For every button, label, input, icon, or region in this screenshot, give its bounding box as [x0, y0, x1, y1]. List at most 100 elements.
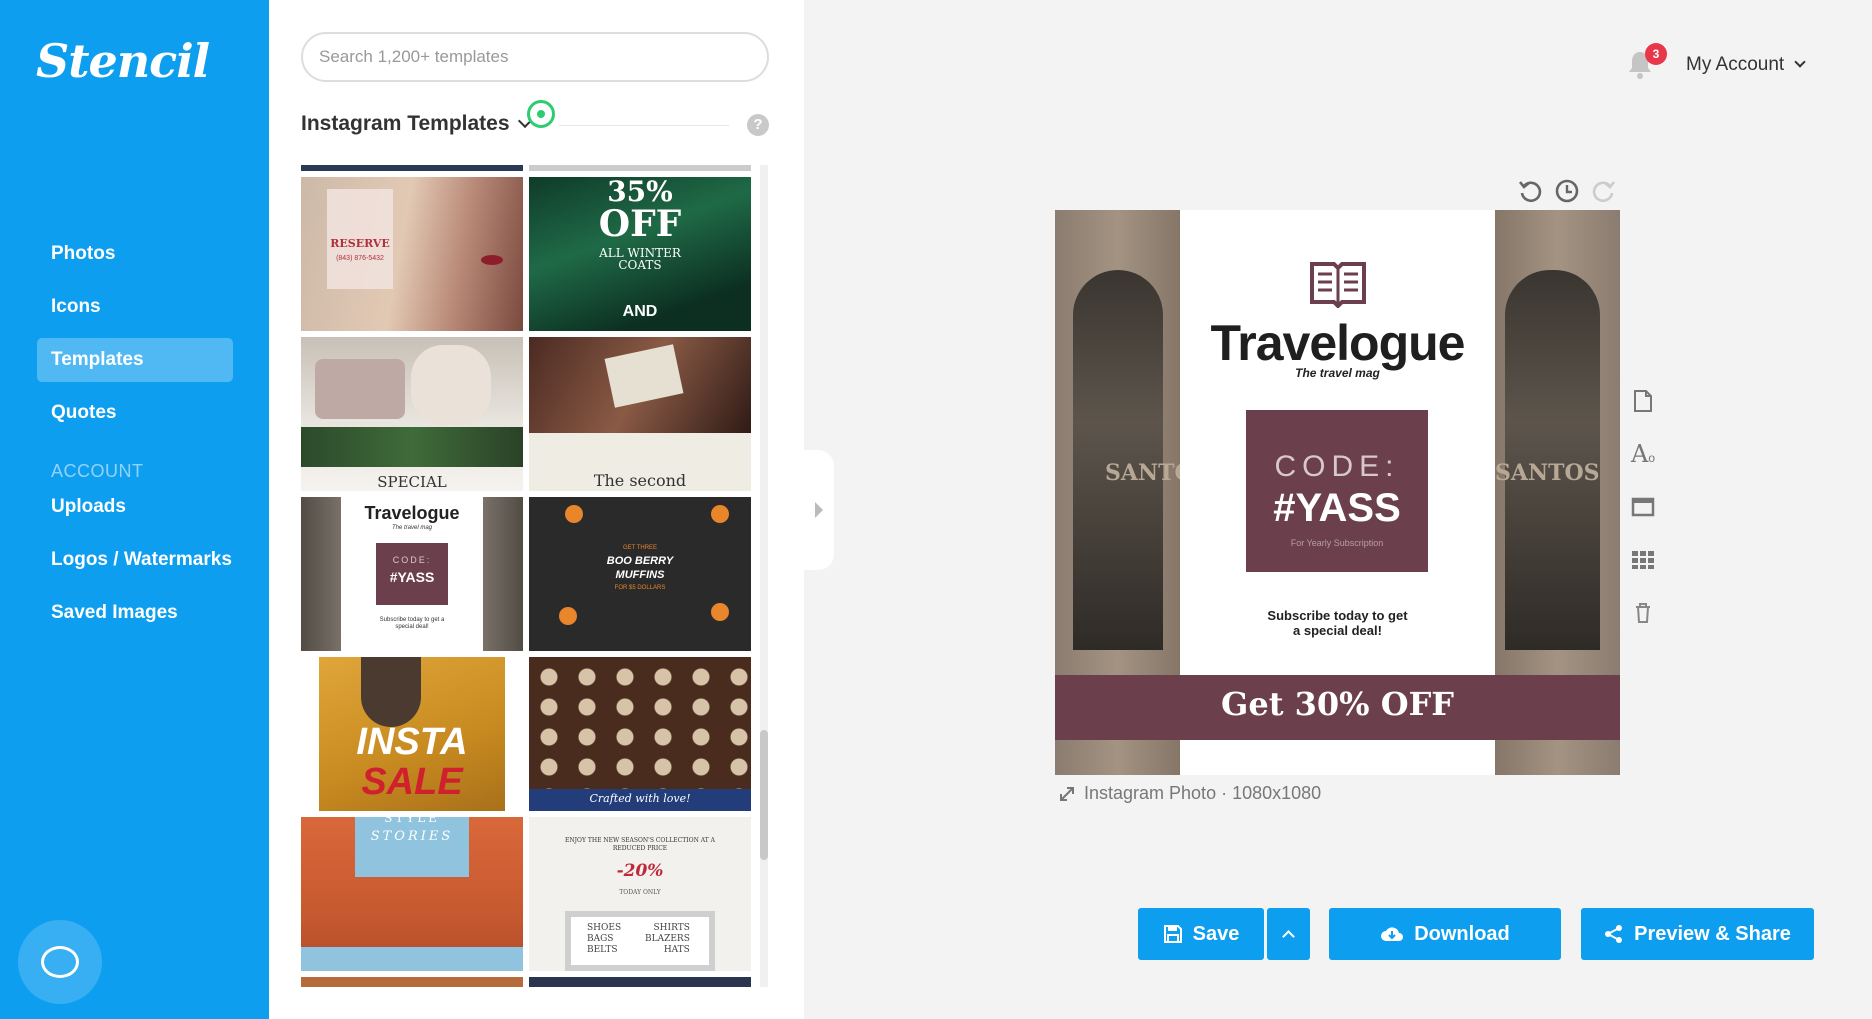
sidebar-item-photos[interactable]: Photos: [37, 232, 233, 276]
template-panel: Instagram Templates ? RESERVE (843) 876-…: [269, 0, 804, 1019]
template-thumb[interactable]: [529, 977, 751, 987]
thumb-sale-text: SALE: [361, 761, 463, 803]
open-book-icon: [1310, 262, 1366, 308]
frame-icon[interactable]: [1630, 480, 1656, 533]
chocolates-pattern: [529, 657, 751, 811]
account-section-heading: ACCOUNT: [51, 461, 144, 481]
preview-share-button[interactable]: Preview & Share: [1581, 908, 1814, 960]
template-category-label: Instagram Templates: [301, 112, 510, 135]
thumb-season-text: ENJOY THE NEW SEASON'S COLLECTION AT A R…: [565, 837, 715, 852]
sidebar-nav: Photos Icons Templates Quotes ACCOUNT Up…: [37, 232, 233, 644]
history-toolbar: [1518, 178, 1616, 204]
panel-collapse-toggle[interactable]: [804, 450, 834, 570]
thumb-off-word: OFF: [598, 203, 682, 245]
muffin-dot: [711, 603, 729, 621]
discount-frame: SHOES BAGS BELTS SHIRTS BLAZERS HATS: [565, 911, 715, 971]
help-icon[interactable]: ?: [747, 114, 769, 136]
canvas-code-value: #YASS: [1273, 486, 1401, 530]
template-thumb-winter-coats[interactable]: 35% OFF ALL WINTER COATS AND: [529, 177, 751, 331]
canvas-code-box[interactable]: CODE: #YASS For Yearly Subscription: [1246, 410, 1428, 572]
thumb-second-text: The second: [593, 471, 687, 490]
resize-icon[interactable]: [1058, 785, 1076, 803]
template-thumb[interactable]: [301, 165, 523, 171]
cloud-download-icon: [1381, 927, 1404, 941]
stories-footer: [301, 947, 523, 971]
template-thumb-reserve[interactable]: RESERVE (843) 876-5432: [301, 177, 523, 331]
model-shape: [361, 657, 421, 727]
grid-icon[interactable]: [1630, 533, 1656, 586]
canvas-side-toolbar: Ao: [1630, 374, 1656, 639]
sidebar-item-quotes[interactable]: Quotes: [37, 391, 233, 435]
canvas-size-label: Instagram Photo · 1080x1080: [1084, 783, 1322, 803]
canvas-subscribe-text[interactable]: Subscribe today to get a special deal!: [1180, 608, 1495, 638]
thumb-hats: HATS: [663, 945, 690, 955]
thumb-style-text: STYLE: [384, 817, 440, 825]
muffin-dot: [711, 505, 729, 523]
chevron-down-icon: [1794, 56, 1806, 68]
thumb-travelogue-tagline: The travel mag: [391, 525, 433, 531]
template-category-dropdown[interactable]: Instagram Templates: [301, 112, 532, 136]
template-thumb-stories[interactable]: STYLE STORIES: [301, 817, 523, 971]
thumb-brand-mark: AND: [622, 303, 658, 320]
chat-support-button[interactable]: [18, 920, 102, 1004]
canvas-tagline[interactable]: The travel mag: [1180, 366, 1495, 380]
history-icon[interactable]: [1554, 178, 1580, 204]
template-thumb-insta-sale[interactable]: INSTA SALE: [301, 657, 523, 811]
download-label: Download: [1414, 922, 1510, 945]
notification-count-badge: 3: [1645, 43, 1667, 65]
text-icon[interactable]: Ao: [1630, 427, 1656, 480]
thumb-code-label: CODE:: [392, 555, 432, 565]
canvas-banner[interactable]: Get 30% OFF: [1055, 675, 1620, 740]
app-logo[interactable]: Stencil: [36, 34, 210, 88]
account-label: My Account: [1686, 54, 1785, 75]
thumb-code-box: CODE: #YASS: [376, 543, 448, 605]
sidebar-item-templates[interactable]: Templates: [37, 338, 233, 382]
sidebar-item-uploads[interactable]: Uploads: [37, 485, 233, 529]
template-thumb-muffins[interactable]: GET THREE BOO BERRY MUFFINS FOR $5 DOLLA…: [529, 497, 751, 651]
chat-icon: [41, 946, 79, 978]
template-thumb[interactable]: [529, 165, 751, 171]
template-thumb-chocolates[interactable]: Crafted with love!: [529, 657, 751, 811]
muffin-dot: [559, 607, 577, 625]
sidebar-item-logos-watermarks[interactable]: Logos / Watermarks: [37, 538, 233, 582]
download-button[interactable]: Download: [1329, 908, 1561, 960]
template-thumb-travelogue[interactable]: Travelogue The travel mag CODE: #YASS Su…: [301, 497, 523, 651]
thumb-crafted-text: Crafted with love!: [589, 792, 691, 805]
target-indicator-icon: [527, 100, 555, 128]
thumb-discount-text: -20%: [616, 861, 664, 881]
sidebar-item-icons[interactable]: Icons: [37, 285, 233, 329]
sidebar: Stencil Photos Icons Templates Quotes AC…: [0, 0, 269, 1019]
template-thumb[interactable]: [301, 977, 523, 987]
shop-sign-right: SANTOS: [1495, 460, 1600, 486]
thumb-muffin-line3: MUFFINS: [615, 569, 665, 581]
template-thumb-second[interactable]: The second: [529, 337, 751, 491]
canvas-code-label: CODE:: [1274, 450, 1400, 483]
preview-share-label: Preview & Share: [1634, 922, 1791, 945]
template-thumb-discount[interactable]: ENJOY THE NEW SEASON'S COLLECTION AT A R…: [529, 817, 751, 971]
design-canvas[interactable]: SANTO SANTOS Travelogue The travel mag C…: [1055, 210, 1620, 775]
save-options-button[interactable]: [1267, 908, 1310, 960]
title-divider: [559, 125, 729, 126]
sidebar-item-saved-images[interactable]: Saved Images: [37, 591, 233, 635]
share-icon: [1605, 925, 1623, 943]
stories-card: STYLE STORIES: [355, 817, 469, 877]
reserve-label: RESERVE: [330, 237, 390, 250]
redo-icon[interactable]: [1590, 178, 1616, 204]
thumb-belts: BELTS: [587, 945, 618, 955]
thumb-travelogue-title: Travelogue: [364, 503, 460, 523]
canvas-brand-title[interactable]: Travelogue: [1180, 314, 1495, 372]
grid-scrollbar-thumb[interactable]: [760, 730, 768, 860]
page-icon[interactable]: [1630, 374, 1656, 427]
canvas-code-subtitle: For Yearly Subscription: [1290, 538, 1384, 548]
account-menu[interactable]: My Account: [1686, 54, 1806, 76]
template-thumb-special[interactable]: SPECIAL: [301, 337, 523, 491]
save-button[interactable]: Save: [1138, 908, 1264, 960]
undo-icon[interactable]: [1518, 178, 1544, 204]
trash-icon[interactable]: [1630, 586, 1656, 639]
thumb-bags: BAGS: [587, 934, 614, 944]
thumb-shirts: SHIRTS: [653, 923, 690, 933]
muffin-dot: [565, 505, 583, 523]
search-input[interactable]: [301, 32, 769, 82]
thumb-muffin-line2: BOO BERRY: [606, 555, 674, 567]
grid-scrollbar[interactable]: [760, 165, 768, 987]
